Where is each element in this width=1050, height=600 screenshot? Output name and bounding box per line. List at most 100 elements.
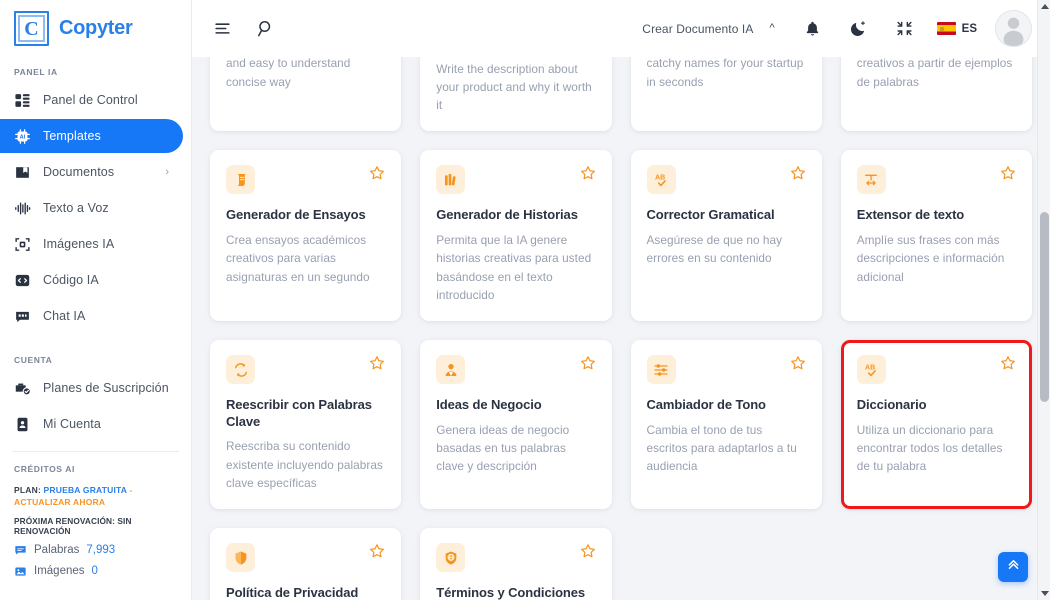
template-card-extensor-de-texto[interactable]: Extensor de texto Amplíe sus frases con … (841, 150, 1032, 321)
shield-globe-icon (436, 543, 465, 572)
templates-grid: Summarize any text in a short and easy t… (210, 57, 1032, 600)
card-title: Términos y Condiciones (436, 585, 595, 600)
code-ai-icon (14, 272, 31, 289)
template-card-diccionario[interactable]: AB Diccionario Utiliza un diccionario pa… (841, 340, 1032, 509)
meter-label: Imágenes (34, 565, 85, 577)
template-card-generador-de-historias[interactable]: Generador de Historias Permita que la IA… (420, 150, 611, 321)
favorite-star-icon[interactable] (790, 355, 806, 371)
create-document-label: Crear Documento IA (642, 22, 753, 36)
favorite-star-icon[interactable] (369, 543, 385, 559)
sidebar-item-label: Imágenes IA (43, 237, 114, 251)
tone-icon (647, 355, 676, 384)
template-card[interactable]: Summarize any text in a short and easy t… (210, 57, 401, 131)
credits-label: CRÉDITOS AI (12, 464, 179, 474)
card-header (226, 165, 385, 194)
template-card-generador-de-ensayos[interactable]: Generador de Ensayos Crea ensayos académ… (210, 150, 401, 321)
favorite-star-icon[interactable] (580, 355, 596, 371)
meter-label: Palabras (34, 544, 79, 556)
documents-icon (14, 164, 31, 181)
template-card-politica-de-privacidad[interactable]: Política de Privacidad Elabore una polít… (210, 528, 401, 600)
sidebar-item-label: Código IA (43, 273, 99, 287)
search-icon[interactable] (251, 15, 279, 43)
sidebar-item-chat-ia[interactable]: Chat IA (0, 299, 183, 333)
user-avatar[interactable] (995, 10, 1032, 47)
card-header (436, 165, 595, 194)
sidebar-account-nav-list: Planes de Suscripción Mi Cuenta (0, 371, 191, 441)
card-description: Reescriba su contenido existente incluye… (226, 437, 385, 492)
language-selector[interactable]: ES (937, 22, 977, 35)
brand-logo[interactable]: C Copyter (0, 0, 191, 57)
sidebar-item-label: Panel de Control (43, 93, 138, 107)
credits-meter-words: Palabras 7,993 (12, 544, 179, 557)
page-scrollbar[interactable] (1037, 0, 1050, 600)
sidebar-item-label: Mi Cuenta (43, 417, 101, 431)
ab-check-icon: AB (857, 355, 886, 384)
template-card-ideas-de-negocio[interactable]: Ideas de Negocio Genera ideas de negocio… (420, 340, 611, 509)
card-title: Generador de Historias (436, 207, 595, 224)
template-card[interactable]: Productos Write the description about yo… (420, 57, 611, 131)
scroll-icon (226, 165, 255, 194)
template-card-terminos-y-condiciones[interactable]: Términos y Condiciones Desarrolle una in… (420, 528, 611, 600)
scroll-to-top-button[interactable] (998, 552, 1028, 582)
moon-icon[interactable] (845, 15, 873, 43)
brand-mark-icon: C (14, 11, 49, 46)
fullscreen-icon[interactable] (891, 15, 919, 43)
favorite-star-icon[interactable] (580, 543, 596, 559)
favorite-star-icon[interactable] (1000, 165, 1016, 181)
svg-text:AI: AI (20, 134, 26, 140)
sidebar: C Copyter PANEL IA Panel de Control AI T… (0, 0, 192, 600)
chevron-right-icon: › (165, 166, 169, 178)
favorite-star-icon[interactable] (369, 355, 385, 371)
card-header: AB (647, 165, 806, 194)
chip-ai-icon: AI (14, 128, 31, 145)
sidebar-section-panel-ia: PANEL IA (0, 67, 191, 77)
images-icon (14, 565, 27, 578)
scrollbar-thumb[interactable] (1040, 212, 1049, 402)
brand-mark-letter: C (24, 19, 38, 39)
card-description: Asegúrese de que no hay errores en su co… (647, 231, 806, 268)
favorite-star-icon[interactable] (580, 165, 596, 181)
sidebar-item-texto-a-voz[interactable]: Texto a Voz (0, 191, 183, 225)
card-description: Utiliza un diccionario para encontrar to… (857, 421, 1016, 476)
chevron-up-icon: ^ (769, 23, 774, 34)
card-title: Diccionario (857, 397, 1016, 414)
template-card-corrector-gramatical[interactable]: AB Corrector Gramatical Asegúrese de que… (631, 150, 822, 321)
card-title: Extensor de texto (857, 207, 1016, 224)
card-header (436, 355, 595, 384)
sidebar-item-imagenes-ia[interactable]: Imágenes IA (0, 227, 183, 261)
hamburger-icon[interactable] (208, 15, 236, 43)
sidebar-item-mi-cuenta[interactable]: Mi Cuenta (0, 407, 183, 441)
sidebar-item-templates[interactable]: AI Templates (0, 119, 183, 153)
card-description: Crea nombres de productos creativos a pa… (857, 57, 1016, 91)
ab-check-icon: AB (647, 165, 676, 194)
favorite-star-icon[interactable] (1000, 355, 1016, 371)
topbar-actions: ES (799, 10, 1032, 47)
template-card-cambiador-de-tono[interactable]: Cambiador de Tono Cambia el tono de tus … (631, 340, 822, 509)
card-description: Amplíe sus frases con más descripciones … (857, 231, 1016, 286)
card-header: AB (857, 355, 1016, 384)
image-ai-icon (14, 236, 31, 253)
favorite-star-icon[interactable] (369, 165, 385, 181)
template-card[interactable]: Crea nombres de productos creativos a pa… (841, 57, 1032, 131)
plan-prefix: PLAN: (14, 485, 41, 495)
credits-section: CRÉDITOS AI PLAN: PRUEBA GRATUITA - ACTU… (0, 464, 191, 578)
shield-icon (226, 543, 255, 572)
sidebar-item-documentos[interactable]: Documentos › (0, 155, 183, 189)
sidebar-item-label: Templates (43, 129, 101, 143)
sidebar-item-panel-de-control[interactable]: Panel de Control (0, 83, 183, 117)
bell-icon[interactable] (799, 15, 827, 43)
sidebar-item-label: Chat IA (43, 309, 85, 323)
card-header (226, 355, 385, 384)
create-document-dropdown[interactable]: Crear Documento IA ^ (642, 22, 774, 36)
favorite-star-icon[interactable] (790, 165, 806, 181)
card-title: Generador de Ensayos (226, 207, 385, 224)
scrollbar-down-arrow-icon[interactable] (1041, 591, 1049, 596)
template-card[interactable]: Generate cool, creative, and catchy name… (631, 57, 822, 131)
plan-upgrade-link[interactable]: ACTUALIZAR AHORA (14, 497, 105, 507)
sidebar-item-planes-de-suscripcion[interactable]: Planes de Suscripción (0, 371, 183, 405)
template-card-reescribir-con-palabras-clave[interactable]: Reescribir con Palabras Clave Reescriba … (210, 340, 401, 509)
templates-content: Summarize any text in a short and easy t… (192, 57, 1050, 600)
sidebar-item-codigo-ia[interactable]: Código IA (0, 263, 183, 297)
scrollbar-up-arrow-icon[interactable] (1041, 4, 1049, 9)
sidebar-nav-list: Panel de Control AI Templates Documentos… (0, 83, 191, 333)
